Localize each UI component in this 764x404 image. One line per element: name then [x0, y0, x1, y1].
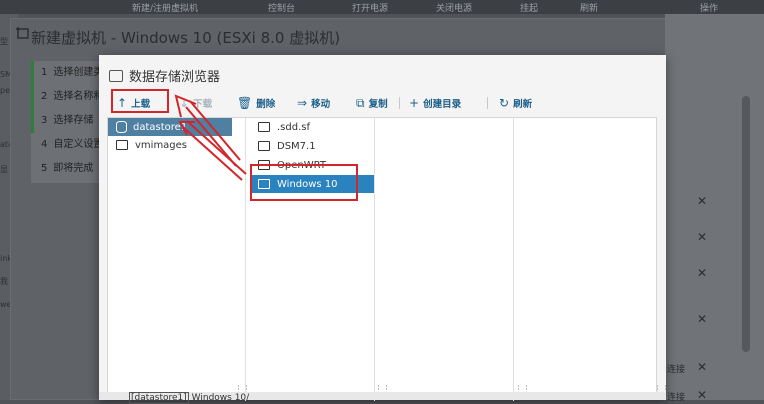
annotation-arrow [178, 120, 247, 181]
annotation-arrows [174, 94, 247, 181]
